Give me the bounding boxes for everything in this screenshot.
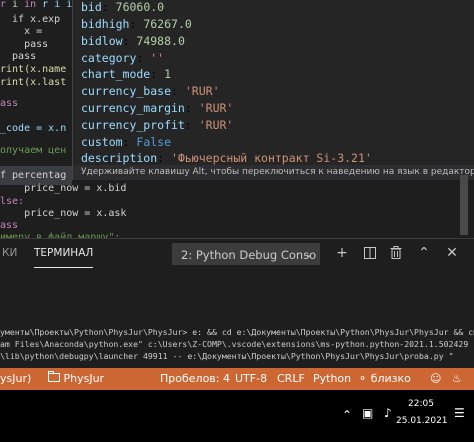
system-tray-chevron-icon[interactable]: ⌃ (342, 408, 352, 422)
code-line: ass (0, 98, 19, 109)
folder-icon (48, 371, 60, 382)
status-bar: ysJur) PhysJur Пробелов: 4 UTF-8 CRLF Py… (0, 368, 474, 390)
close-panel-icon[interactable]: ✕ (442, 243, 462, 263)
tab-terminal[interactable]: ТЕРМИНАЛ (34, 239, 94, 268)
liveshare-label: близко (370, 372, 411, 385)
hover-status-hint: Удерживайте клавишу Alt, чтобы переключи… (72, 165, 474, 180)
trash-icon[interactable] (386, 243, 406, 263)
terminal-line: ументы\Проекты\Python\PhysJur\PhysJur> e… (0, 327, 474, 337)
debug-hover-widget[interactable]: bid: 76060.0 bidhigh: 76267.0 bidlow: 74… (72, 0, 474, 166)
python-env-status[interactable]: ysJur) (0, 368, 31, 390)
tab-debug-console[interactable]: КИ (2, 239, 17, 267)
volume-icon[interactable]: ♪ (384, 406, 392, 420)
liveshare-status[interactable]: ⚬ близко (358, 368, 411, 390)
terminal-select-value: 2: Python Debug Conso (181, 248, 317, 262)
editor-scrollbar[interactable] (460, 175, 468, 235)
terminal-line: am Files\Anaconda\python.exe" c:\Users\Z… (0, 339, 469, 349)
feedback-icon[interactable]: ☺ (430, 368, 441, 390)
terminal-select[interactable]: 2: Python Debug Conso ⌄ (172, 243, 320, 265)
project-status[interactable]: PhysJur (48, 368, 104, 390)
liveshare-icon: ⚬ (358, 372, 368, 385)
project-name: PhysJur (63, 372, 105, 385)
windows-taskbar: ⌃ ▣ ♪ 22:05 25.01.2021 ☰ (0, 390, 474, 442)
code-line: имеру в файл маршу": (0, 232, 121, 238)
code-line: price_now = x.ask (0, 208, 127, 219)
chevron-down-icon: ⌄ (304, 249, 313, 260)
bell-icon[interactable]: ♨ (452, 368, 462, 390)
maximize-panel-icon[interactable]: ⌃ (414, 243, 434, 263)
language-status[interactable]: Python (313, 368, 351, 390)
code-line: _code = x.n (0, 123, 67, 134)
terminal-line: \lib\python\debugpy\launcher 49911 -- e:… (0, 351, 454, 361)
bottom-panel: КИ ТЕРМИНАЛ 2: Python Debug Conso ⌄ + ⌃ … (0, 238, 474, 369)
notifications-icon[interactable]: ☰ (454, 406, 465, 420)
tray-date[interactable]: 25.01.2021 (396, 416, 448, 426)
network-icon[interactable]: ▣ (362, 406, 373, 420)
code-line: rint(x.last (0, 77, 67, 88)
code-editor[interactable]: r i in r i in all if x.exp x = pass pass… (0, 0, 474, 238)
code-line: олучаем цен (0, 145, 67, 156)
tray-time[interactable]: 22:05 (408, 399, 434, 409)
split-terminal-icon[interactable] (360, 243, 380, 263)
indentation-status[interactable]: Пробелов: 4 (160, 368, 230, 390)
add-terminal-icon[interactable]: + (332, 243, 352, 263)
panel-tabs: КИ ТЕРМИНАЛ 2: Python Debug Conso ⌄ + ⌃ … (0, 239, 474, 269)
encoding-status[interactable]: UTF-8 (235, 368, 267, 390)
eol-status[interactable]: CRLF (277, 368, 305, 390)
